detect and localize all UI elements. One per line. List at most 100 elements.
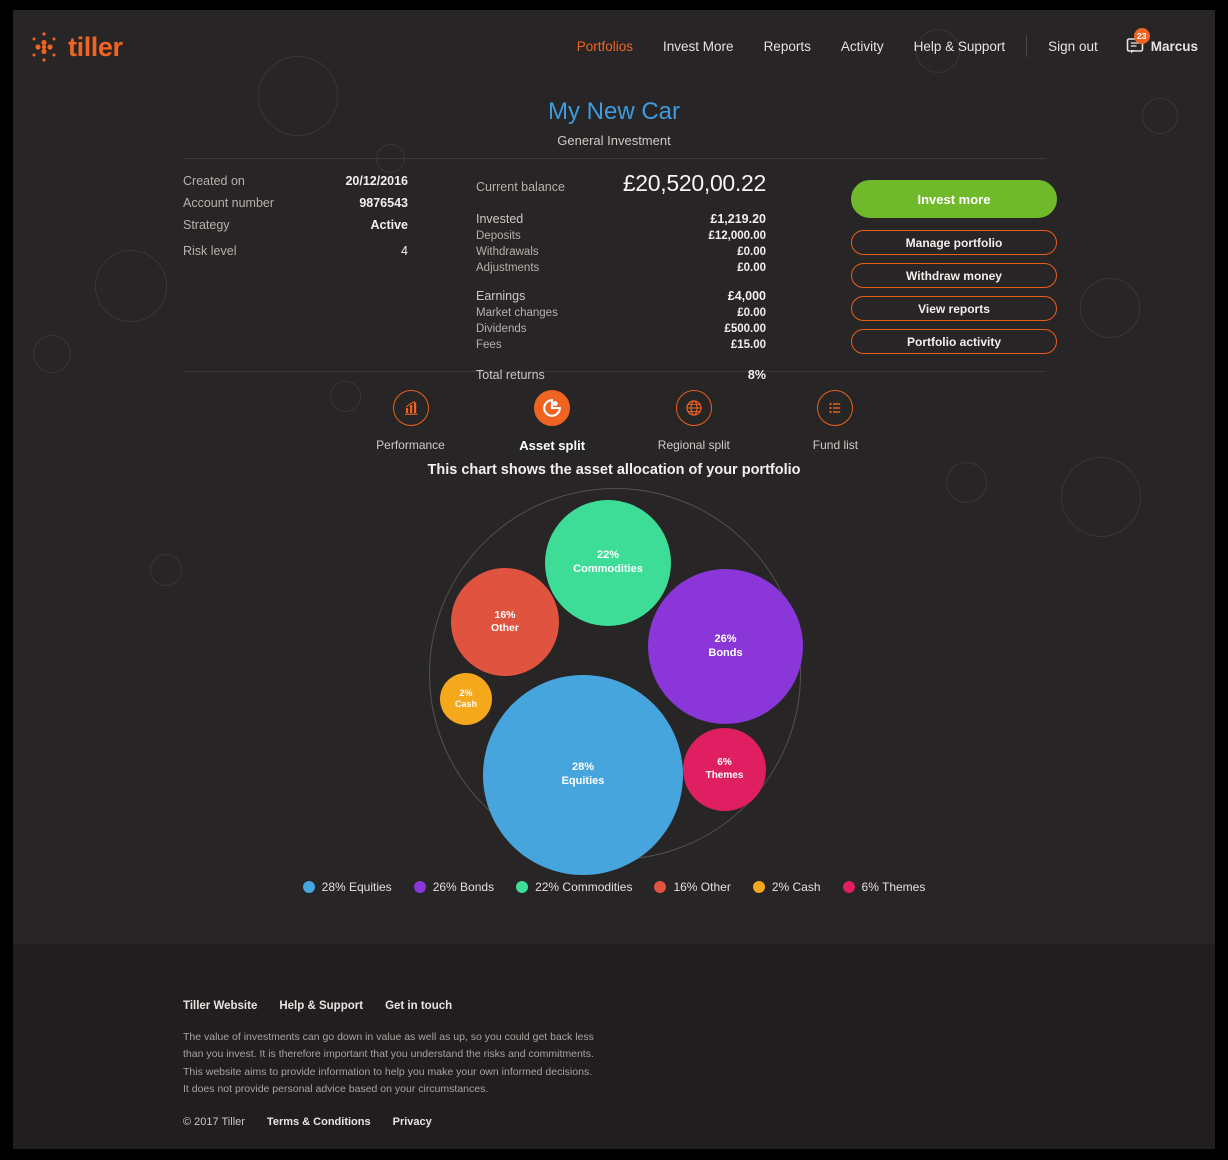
nav-item-help-support[interactable]: Help & Support [899,39,1021,54]
tiller-dots-logo-icon [32,32,56,62]
tab-label: Fund list [812,438,859,452]
page-title-block: My New Car General Investment [13,98,1215,148]
balance-label: Earnings [476,289,526,303]
legend-item-bonds[interactable]: 26% Bonds [413,880,495,894]
tab-icon-wrap [817,390,854,426]
globe-icon [686,400,702,416]
user-menu[interactable]: Marcus [1151,39,1198,54]
legend-label: 16% Other [673,880,731,894]
divider-top [183,158,1046,159]
legend-dot [302,881,315,893]
top-navigation-bar: tiller Portfolios Invest More Reports Ac… [13,10,1215,82]
bubble-themes[interactable]: 6% Themes [683,728,766,811]
legend-label: 2% Cash [771,880,821,894]
tab-performance[interactable]: Performance [353,390,468,453]
bubble-equities[interactable]: 28% Equities [483,675,683,875]
nav-item-reports[interactable]: Reports [749,39,826,54]
legend-item-cash[interactable]: 2% Cash [752,880,821,894]
bubble-cash[interactable]: 2% Cash [440,673,492,725]
page-footer: Tiller Website Help & Support Get in tou… [13,944,1215,1149]
action-buttons: Invest more Manage portfolio Withdraw mo… [851,180,1057,354]
bubble-label: Equities [561,775,605,787]
balance-row: Withdrawals £0.00 [476,246,766,258]
page-root: tiller Portfolios Invest More Reports Ac… [13,10,1215,1149]
balance-value: £15.00 [730,339,766,351]
balance-label: Market changes [476,307,558,319]
fact-label: Account number [183,196,275,210]
bubble-commodities[interactable]: 22% Commodities [545,500,671,626]
legend-item-equities[interactable]: 28% Equities [302,880,392,894]
copyright-text: © 2017 Tiller [183,1116,245,1129]
fact-label: Created on [183,174,245,188]
bubble-other[interactable]: 16% Other [451,568,559,676]
message-count-badge: 23 [1133,28,1150,44]
legend-label: 26% Bonds [432,880,495,894]
decorative-circle [33,335,71,373]
nav-item-portfolios[interactable]: Portfolios [562,39,648,54]
legend-label: 22% Commodities [535,880,633,894]
bubble-value: 22% [596,549,620,562]
balance-panel: Current balance £20,520,00.22 Invested £… [476,170,766,386]
footer-link-terms[interactable]: Terms & Conditions [267,1116,371,1128]
list-icon [829,402,841,414]
messages-button[interactable]: 23 [1125,28,1150,57]
manage-portfolio-button[interactable]: Manage portfolio [851,230,1057,255]
footer-bottom-bar: © 2017 Tiller Terms & Conditions Privacy [183,1116,683,1128]
chart-tabs: Performance Asset split Regional split F… [353,390,893,453]
fact-value: 4 [401,244,408,258]
tab-icon-wrap [675,390,712,426]
account-facts: Created on 20/12/2016 Account number 987… [183,174,408,266]
withdraw-money-button[interactable]: Withdraw money [851,263,1057,288]
footer-disclaimer: The value of investments can go down in … [183,1031,594,1095]
footer-link-get-in-touch[interactable]: Get in touch [385,1000,452,1012]
balance-label: Deposits [476,230,521,242]
footer-link-privacy[interactable]: Privacy [393,1116,432,1128]
footer-link-help-support[interactable]: Help & Support [279,1000,363,1012]
balance-label: Withdrawals [476,246,539,258]
balance-label: Invested [476,212,524,226]
fact-row: Created on 20/12/2016 [183,174,408,188]
footer-link-tiller-website[interactable]: Tiller Website [183,1000,257,1012]
bubble-value: 16% [494,608,516,621]
tab-regional-split[interactable]: Regional split [636,390,751,453]
nav-item-invest-more[interactable]: Invest More [648,39,749,54]
fact-value: 9876543 [359,196,408,210]
balance-value: £12,000.00 [708,230,766,242]
legend-item-commodities[interactable]: 22% Commodities [516,880,632,894]
fact-row: Risk level 4 [183,244,408,258]
bubble-value: 2% [459,687,473,698]
tab-fund-list[interactable]: Fund list [778,390,893,453]
chart-legend: 28% Equities 26% Bonds 22% Commodities 1… [13,880,1215,894]
balance-row: Earnings £4,000 [476,289,766,303]
tab-asset-split[interactable]: Asset split [495,390,610,453]
legend-label: 28% Equities [321,880,392,894]
legend-item-themes[interactable]: 6% Themes [842,880,925,894]
footer-content: Tiller Website Help & Support Get in tou… [183,1000,683,1128]
bubble-label: Commodities [573,563,643,575]
bubble-bonds[interactable]: 26% Bonds [648,569,803,724]
tiller-logo[interactable]: tiller [27,30,123,64]
tab-label: Performance [376,438,445,452]
tab-icon-wrap [392,390,429,426]
fact-row: Strategy Active [183,218,408,232]
balance-label: Dividends [476,323,527,335]
nav-item-sign-out[interactable]: Sign out [1033,39,1113,54]
current-balance-row: Current balance £20,520,00.22 [476,170,766,197]
view-reports-button[interactable]: View reports [851,296,1057,321]
chart-caption: This chart shows the asset allocation of… [427,462,801,478]
bubble-value: 28% [571,761,595,774]
balance-value: £0.00 [737,246,766,258]
portfolio-activity-button[interactable]: Portfolio activity [851,329,1057,354]
balance-row: Dividends £500.00 [476,323,766,335]
balance-row: Deposits £12,000.00 [476,230,766,242]
nav-item-activity[interactable]: Activity [826,39,899,54]
balance-row: Invested £1,219.20 [476,212,766,226]
bubble-label: Other [490,622,519,634]
legend-item-other[interactable]: 16% Other [654,880,731,894]
invest-more-button[interactable]: Invest more [851,180,1057,218]
decorative-circle [150,554,182,586]
logo-wordmark: tiller [68,31,123,62]
fact-value: Active [370,218,408,232]
balance-breakdown: Invested £1,219.20 Deposits £12,000.00 W… [476,212,766,382]
decorative-circle [95,250,167,322]
